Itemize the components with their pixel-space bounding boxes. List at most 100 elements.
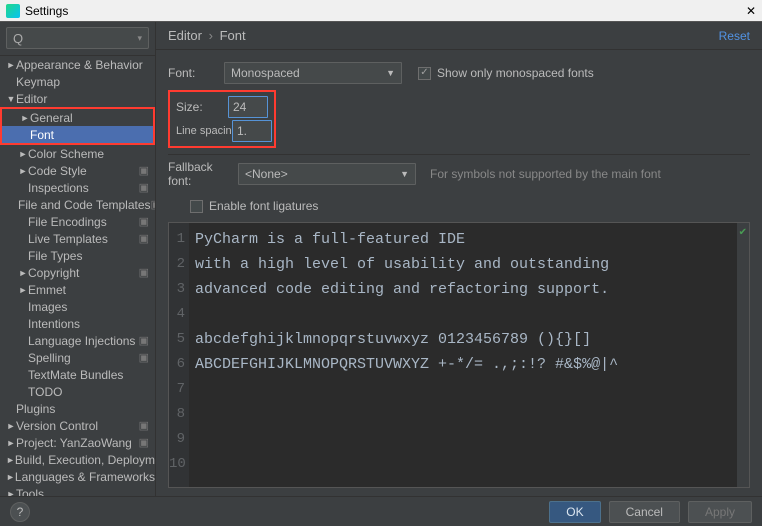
line-number: 3	[169, 277, 185, 302]
sidebar-item-label: File Encodings	[28, 215, 107, 229]
size-input[interactable]	[228, 96, 268, 118]
sidebar-item-label: File Types	[28, 249, 82, 263]
project-badge-icon: ▣	[139, 232, 151, 245]
sidebar-item-label: TextMate Bundles	[28, 368, 123, 382]
chevron-down-icon: ▼	[386, 68, 395, 78]
line-number: 8	[169, 402, 185, 427]
code-line: PyCharm is a full-featured IDE	[195, 227, 731, 252]
sidebar-item-build-execution-deployment[interactable]: ►Build, Execution, Deployment	[0, 451, 155, 468]
breadcrumb: Editor › Font	[168, 28, 246, 43]
sidebar-item-spelling[interactable]: Spelling ▣	[0, 349, 155, 366]
sidebar-item-textmate-bundles[interactable]: TextMate Bundles	[0, 366, 155, 383]
sidebar-item-languages-frameworks[interactable]: ►Languages & Frameworks	[0, 468, 155, 485]
sidebar-item-file-and-code-templates[interactable]: File and Code Templates▣	[0, 196, 155, 213]
window-title: Settings	[25, 4, 68, 18]
code-line: ABCDEFGHIJKLMNOPQRSTUVWXYZ +-*/= .,;:!? …	[195, 352, 731, 377]
reset-link[interactable]: Reset	[719, 29, 750, 43]
sidebar-item-label: Appearance & Behavior	[16, 58, 143, 72]
help-button[interactable]: ?	[10, 502, 30, 522]
sidebar-item-font[interactable]: Font	[2, 126, 153, 143]
tree-arrow-icon: ►	[6, 472, 15, 482]
sidebar-item-label: Build, Execution, Deployment	[15, 453, 155, 467]
sidebar-item-emmet[interactable]: ►Emmet	[0, 281, 155, 298]
tree-arrow-icon: ►	[6, 60, 16, 70]
sidebar-item-inspections[interactable]: Inspections ▣	[0, 179, 155, 196]
breadcrumb-parent[interactable]: Editor	[168, 28, 202, 43]
cancel-button[interactable]: Cancel	[609, 501, 680, 523]
code-line	[195, 452, 731, 477]
tree-arrow-icon: ►	[18, 166, 28, 176]
sidebar-item-label: Copyright	[28, 266, 79, 280]
sidebar-item-label: Inspections	[28, 181, 89, 195]
apply-button[interactable]: Apply	[688, 501, 752, 523]
sidebar-item-label: Images	[28, 300, 67, 314]
settings-tree[interactable]: ►Appearance & BehaviorKeymap▼Editor►Gene…	[0, 56, 155, 496]
search-input-wrap[interactable]: Q ▾	[6, 27, 149, 49]
tree-arrow-icon: ►	[18, 268, 28, 278]
code-line: advanced code editing and refactoring su…	[195, 277, 731, 302]
tree-arrow-icon: ▼	[6, 94, 16, 104]
size-label: Size:	[176, 100, 228, 114]
code-line: abcdefghijklmnopqrstuvwxyz 0123456789 ()…	[195, 327, 731, 352]
sidebar-item-label: Editor	[16, 92, 47, 106]
sidebar-item-label: Font	[30, 128, 54, 142]
sidebar-item-project-yanzaowang[interactable]: ►Project: YanZaoWang▣	[0, 434, 155, 451]
font-label: Font:	[168, 66, 224, 80]
sidebar-item-label: Color Scheme	[28, 147, 104, 161]
code-line: with a high level of usability and outst…	[195, 252, 731, 277]
sidebar-item-version-control[interactable]: ►Version Control▣	[0, 417, 155, 434]
settings-sidebar: Q ▾ ►Appearance & BehaviorKeymap▼Editor►…	[0, 22, 156, 496]
ok-button[interactable]: OK	[549, 501, 600, 523]
sidebar-item-intentions[interactable]: Intentions	[0, 315, 155, 332]
line-number: 9	[169, 427, 185, 452]
line-number: 7	[169, 377, 185, 402]
sidebar-item-live-templates[interactable]: Live Templates▣	[0, 230, 155, 247]
fallback-font-dropdown[interactable]: <None> ▼	[238, 163, 416, 185]
preview-code[interactable]: PyCharm is a full-featured IDEwith a hig…	[189, 223, 737, 487]
sidebar-item-label: Version Control	[16, 419, 98, 433]
line-number: 4	[169, 302, 185, 327]
sidebar-item-label: Emmet	[28, 283, 66, 297]
font-value: Monospaced	[231, 66, 300, 80]
code-line	[195, 302, 731, 327]
sidebar-item-label: Plugins	[16, 402, 55, 416]
sidebar-item-file-encodings[interactable]: File Encodings▣	[0, 213, 155, 230]
sidebar-item-appearance-behavior[interactable]: ►Appearance & Behavior	[0, 56, 155, 73]
sidebar-item-plugins[interactable]: Plugins	[0, 400, 155, 417]
ligatures-label: Enable font ligatures	[209, 199, 318, 213]
sidebar-item-code-style[interactable]: ►Code Style▣	[0, 162, 155, 179]
sidebar-item-editor[interactable]: ▼Editor	[0, 90, 155, 107]
line-spacing-label: Line spacing:	[176, 125, 232, 137]
sidebar-item-tools[interactable]: ►Tools	[0, 485, 155, 496]
project-badge-icon: ▣	[139, 164, 151, 177]
sidebar-item-language-injections[interactable]: Language Injections▣	[0, 332, 155, 349]
font-dropdown[interactable]: Monospaced ▼	[224, 62, 402, 84]
code-line	[195, 377, 731, 402]
ligatures-checkbox[interactable]	[190, 200, 203, 213]
project-badge-icon: ▣	[139, 351, 151, 364]
sidebar-item-images[interactable]: Images	[0, 298, 155, 315]
search-icon: Q	[13, 31, 23, 46]
sidebar-item-copyright[interactable]: ►Copyright▣	[0, 264, 155, 281]
line-number: 2	[169, 252, 185, 277]
line-spacing-input[interactable]	[232, 120, 272, 142]
tree-arrow-icon: ►	[6, 489, 16, 497]
sidebar-item-label: File and Code Templates	[18, 198, 151, 212]
settings-content: Editor › Font Reset Font: Monospaced ▼ S…	[156, 22, 762, 496]
monospaced-only-checkbox[interactable]	[418, 67, 431, 80]
close-icon[interactable]: ✕	[746, 4, 756, 18]
sidebar-item-general[interactable]: ►General	[2, 109, 153, 126]
project-badge-icon: ▣	[139, 419, 151, 432]
tree-arrow-icon: ►	[18, 285, 28, 295]
titlebar: Settings ✕	[0, 0, 762, 22]
line-number: 6	[169, 352, 185, 377]
ok-marker-icon: ✔	[739, 227, 747, 238]
sidebar-highlight-box: ►General Font	[0, 107, 155, 145]
sidebar-item-keymap[interactable]: Keymap	[0, 73, 155, 90]
sidebar-item-file-types[interactable]: File Types	[0, 247, 155, 264]
sidebar-item-todo[interactable]: TODO	[0, 383, 155, 400]
sidebar-item-color-scheme[interactable]: ►Color Scheme	[0, 145, 155, 162]
sidebar-item-label: Spelling	[28, 351, 71, 365]
project-badge-icon: ▣	[139, 181, 151, 194]
monospaced-only-label: Show only monospaced fonts	[437, 66, 594, 80]
